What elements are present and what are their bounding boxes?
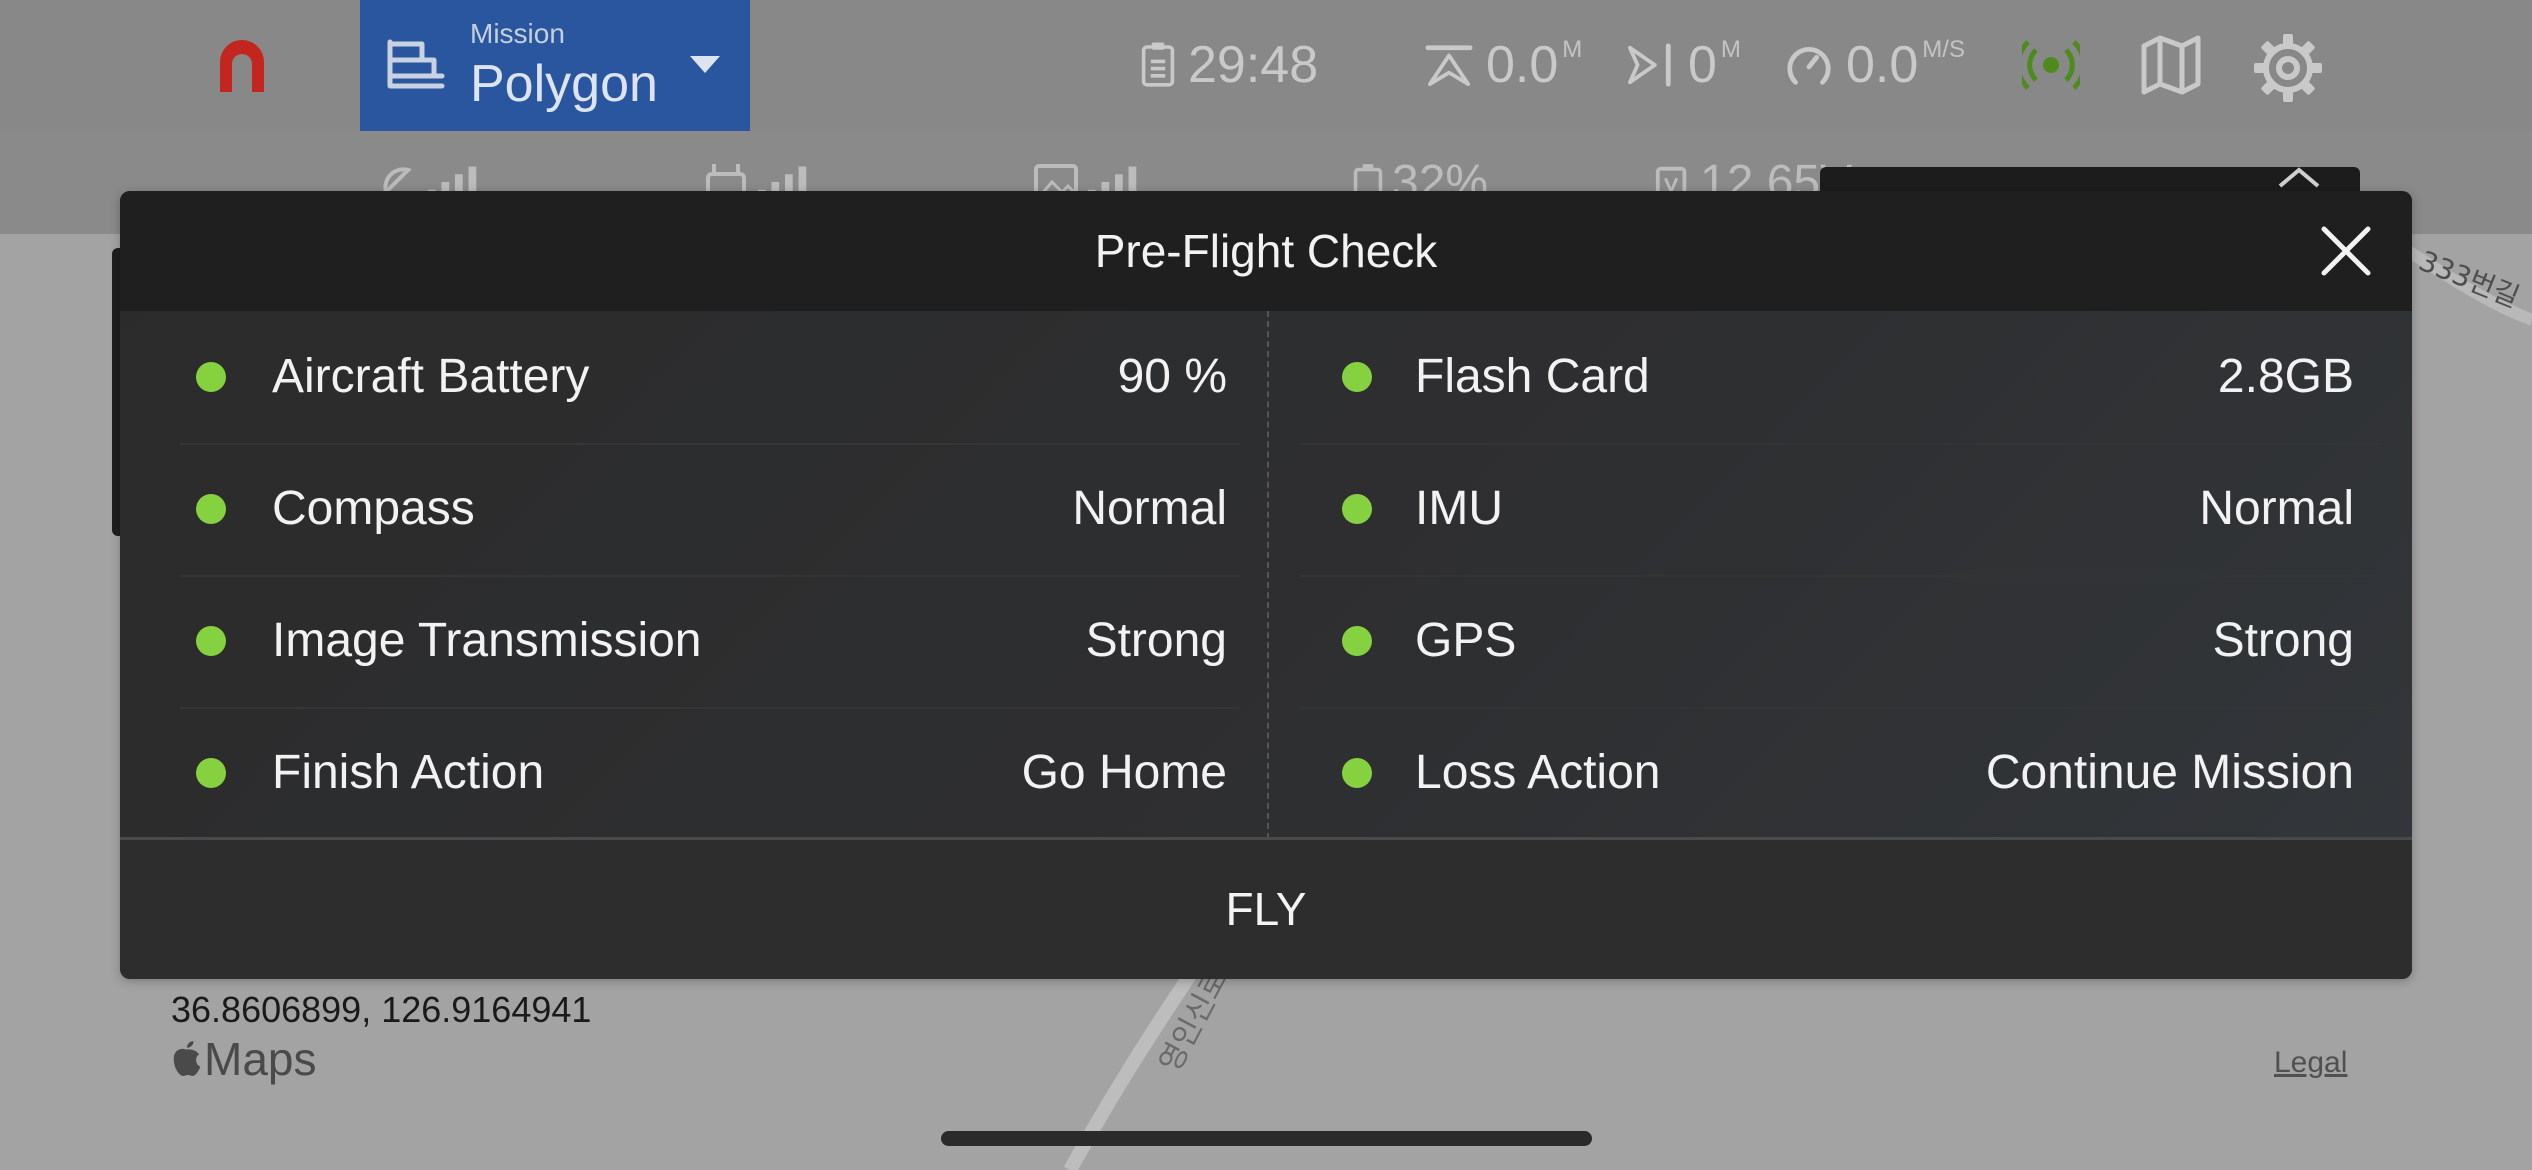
speed-value: 0.0 [1846,36,1919,94]
rtk-signal-icon[interactable] [2022,36,2080,94]
status-ok-indicator [196,758,226,788]
map-icon[interactable] [2140,34,2202,96]
check-row-aircraft-battery: Aircraft Battery 90 % [120,311,1267,443]
altitude-unit: M [1562,36,1583,63]
legal-link[interactable]: Legal [2274,1046,2347,1080]
speed-stat: 0.0 M/S [1784,30,1965,100]
altitude-value: 0.0 [1486,36,1559,94]
status-ok-indicator [1342,758,1372,788]
check-value: Strong [1085,614,1227,667]
fly-button[interactable]: FLY [120,840,2412,979]
check-row-finish-action: Finish Action Go Home [120,707,1267,839]
gear-icon[interactable] [2252,32,2324,104]
altitude-stat: 0.0 M [1424,30,1582,100]
chevron-up-icon[interactable] [2276,166,2322,188]
mission-type-value: Polygon [470,55,658,113]
check-label: Finish Action [272,746,545,799]
check-value: Normal [2199,482,2354,535]
check-value: 2.8GB [2217,350,2354,403]
status-ok-indicator [196,494,226,524]
status-ok-indicator [1342,626,1372,656]
app-screen: 영인신로 333번길 Mission Polygon 29:48 0.0 M 0… [0,0,2532,1170]
check-value: Continue Mission [1985,746,2354,799]
status-ok-indicator [1342,494,1372,524]
mission-selector[interactable]: Mission Polygon [360,0,750,131]
mission-caption: Mission [470,18,565,49]
check-label: Compass [272,482,475,535]
close-icon[interactable] [2320,225,2372,277]
check-value: Go Home [1021,746,1227,799]
check-value: Strong [2212,614,2354,667]
status-ok-indicator [196,362,226,392]
check-row-image-transmission: Image Transmission Strong [120,575,1267,707]
home-indicator[interactable] [941,1131,1592,1146]
maps-attribution: Maps [170,1033,317,1085]
speed-unit: M/S [1922,36,1965,63]
check-value: Normal [1072,482,1227,535]
dialog-header: Pre-Flight Check [120,191,2412,311]
status-ok-indicator [196,626,226,656]
check-label: GPS [1415,614,1517,667]
check-label: Flash Card [1415,350,1650,403]
check-label: Aircraft Battery [272,350,590,403]
check-row-flash-card: Flash Card 2.8GB [1267,311,2412,443]
check-row-compass: Compass Normal [120,443,1267,575]
check-row-gps: GPS Strong [1267,575,2412,707]
check-label: Loss Action [1415,746,1661,799]
check-label: IMU [1415,482,1503,535]
polygon-mission-icon [387,39,445,89]
maps-label: Maps [204,1033,317,1085]
flight-time-stat: 29:48 [1140,30,1318,100]
check-row-imu: IMU Normal [1267,443,2412,575]
dialog-title: Pre-Flight Check [1094,225,1438,277]
battery-clipboard-icon [1141,42,1175,87]
apple-logo-icon [173,1041,201,1076]
distance-stat: 0 M [1626,30,1741,100]
pre-flight-check-dialog: Pre-Flight Check Aircraft Battery 90 % C… [120,191,2412,979]
check-row-loss-action: Loss Action Continue Mission [1267,707,2412,839]
map-coordinates: 36.8606899, 126.9164941 [171,989,592,1030]
distance-value: 0 [1688,36,1717,94]
altitude-icon [1425,45,1473,87]
distance-icon [1627,43,1671,87]
caret-down-icon [690,56,720,73]
check-label: Image Transmission [272,614,702,667]
app-logo-icon[interactable] [212,36,272,96]
speedometer-icon [1787,47,1831,85]
fly-button-label: FLY [1225,883,1307,935]
top-toolbar: Mission Polygon 29:48 0.0 M 0 M 0.0 M/S [0,0,2532,131]
flight-time-value: 29:48 [1188,36,1319,94]
distance-unit: M [1720,36,1741,63]
check-value: 90 % [1117,350,1227,403]
status-ok-indicator [1342,362,1372,392]
